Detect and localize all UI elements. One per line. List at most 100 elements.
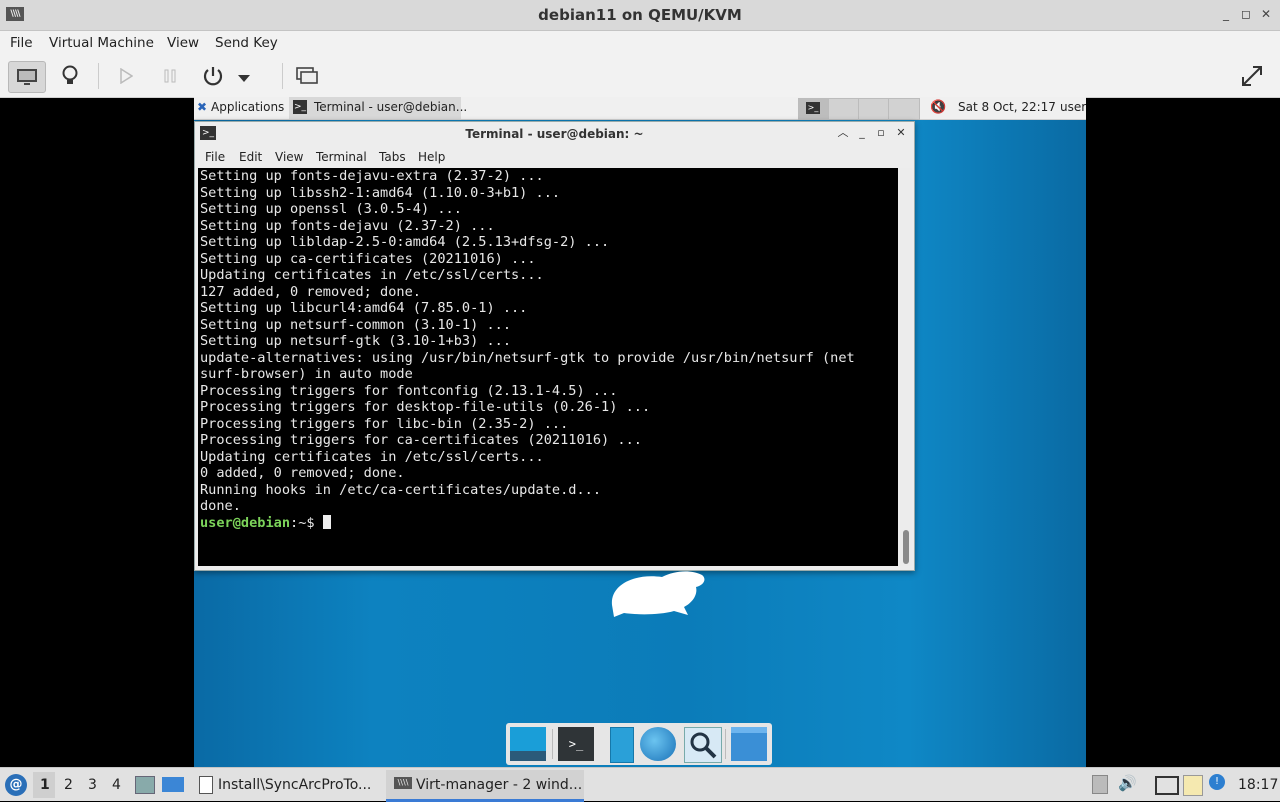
app-finder-icon[interactable]	[684, 727, 722, 763]
terminal-prompt-line[interactable]: user@debian:~$	[200, 514, 331, 532]
terminal-line: done.	[200, 498, 241, 514]
terminal-line: Setting up openssl (3.0.5-4) ...	[200, 201, 462, 217]
pause-button[interactable]	[152, 61, 188, 91]
terminal-line: update-alternatives: using /usr/bin/nets…	[200, 349, 855, 366]
update-notifier-icon[interactable]: !	[1209, 774, 1225, 790]
workspace-1-button[interactable]: 1	[33, 772, 55, 798]
maximize-button[interactable]: ◻	[1238, 6, 1254, 22]
show-desktop-icon[interactable]	[510, 727, 546, 761]
terminal-line: 127 added, 0 removed; done.	[200, 283, 421, 300]
file-manager-icon[interactable]	[610, 727, 634, 763]
workspace-3-button[interactable]: 3	[88, 777, 97, 793]
close-button[interactable]: ✕	[1258, 6, 1274, 22]
menu-virtual-machine[interactable]: Virtual Machine	[49, 35, 154, 51]
pause-icon	[164, 69, 176, 83]
volume-icon[interactable]: 🔊	[1118, 774, 1137, 792]
home-folder-icon[interactable]	[731, 727, 767, 761]
virt-manager-icon: \\\\	[394, 777, 412, 789]
terminal-line: Setting up netsurf-gtk (3.10-1+b3) ...	[200, 333, 511, 349]
search-icon	[690, 732, 717, 759]
task-virt-manager[interactable]: \\\\ Virt-manager - 2 wind...	[386, 770, 584, 802]
terminal-titlebar[interactable]: >_ Terminal - user@debian: ~ ︿ _ ▫ ✕	[195, 122, 914, 146]
terminal-cursor	[322, 514, 331, 529]
toolbar-separator	[282, 63, 283, 89]
workspace-4-button[interactable]: 4	[112, 777, 121, 793]
menu-send-key[interactable]: Send Key	[215, 35, 278, 51]
terminal-scrollbar-thumb[interactable]	[903, 530, 909, 564]
lightbulb-icon	[62, 65, 78, 84]
terminal-menu-edit[interactable]: Edit	[239, 150, 262, 164]
snapshots-button[interactable]	[289, 61, 325, 91]
terminal-icon: >_	[806, 102, 820, 114]
workspace-3[interactable]	[858, 98, 890, 120]
terminal-line: Processing triggers for fontconfig (2.13…	[200, 382, 618, 399]
terminal-line: Setting up fonts-dejavu (2.37-2) ...	[200, 217, 495, 234]
terminal-menu-terminal[interactable]: Terminal	[316, 150, 367, 164]
menu-file[interactable]: File	[10, 35, 33, 51]
xfce-icon[interactable]: ✖	[197, 100, 207, 114]
terminal-maximize-button[interactable]: ▫	[874, 126, 888, 140]
toolbar-separator	[98, 63, 99, 89]
terminal-menu-file[interactable]: File	[205, 150, 225, 164]
applications-menu[interactable]: Applications	[211, 100, 284, 114]
tray-upload-icon[interactable]	[1092, 775, 1108, 794]
dock-separator	[725, 729, 726, 759]
guest-user-menu[interactable]: user	[1060, 100, 1086, 114]
fullscreen-button[interactable]	[1234, 61, 1270, 91]
terminal-line: Setting up libssh2-1:amd64 (1.10.0-3+b1)…	[200, 184, 561, 201]
document-icon	[199, 776, 213, 794]
details-button[interactable]	[52, 61, 88, 91]
terminal-line: Processing triggers for ca-certificates …	[200, 432, 642, 448]
run-button[interactable]	[108, 61, 144, 91]
terminal-menu-help[interactable]: Help	[418, 150, 445, 164]
volume-muted-icon[interactable]: 🔇	[930, 100, 946, 115]
workspace-1[interactable]: >_	[798, 98, 830, 120]
terminal-line: Processing triggers for libc-bin (2.35-2…	[200, 415, 569, 432]
workspace-label: 1	[40, 777, 50, 793]
host-menubar: File Virtual Machine View Send Key	[0, 31, 1280, 55]
terminal-window[interactable]: >_ Terminal - user@debian: ~ ︿ _ ▫ ✕ Fil…	[194, 121, 915, 571]
terminal-shade-button[interactable]: ︿	[836, 126, 850, 140]
terminal-line: Updating certificates in /etc/ssl/certs.…	[200, 448, 544, 465]
workspace-4[interactable]	[888, 98, 920, 120]
terminal-close-button[interactable]: ✕	[894, 126, 908, 140]
guest-clock[interactable]: Sat 8 Oct, 22:17	[958, 100, 1056, 114]
show-desktop-icon[interactable]	[162, 777, 184, 792]
workspace-2-button[interactable]: 2	[64, 777, 73, 793]
terminal-minimize-button[interactable]: _	[855, 126, 869, 140]
task-label: Virt-manager - 2 wind...	[416, 777, 583, 793]
terminal-output[interactable]: Setting up fonts-dejavu-extra (2.37-2) .…	[198, 168, 898, 566]
power-menu-button[interactable]	[234, 61, 254, 91]
terminal-line: Processing triggers for desktop-file-uti…	[200, 399, 651, 415]
clock[interactable]: 18:17	[1238, 777, 1278, 793]
terminal-launcher-icon[interactable]: >_	[558, 727, 594, 761]
terminal-line: Updating certificates in /etc/ssl/certs.…	[200, 267, 544, 283]
web-browser-icon[interactable]	[640, 727, 676, 761]
guest-display[interactable]: ✖ Applications >_ Terminal - user@debian…	[194, 97, 1086, 767]
power-icon	[203, 67, 223, 86]
menu-view[interactable]: View	[167, 35, 199, 51]
start-menu-icon[interactable]: @	[5, 774, 27, 796]
terminal-line: Setting up fonts-dejavu-extra (2.37-2) .…	[200, 168, 544, 184]
clipboard-icon[interactable]	[1183, 775, 1203, 796]
console-button[interactable]	[8, 61, 46, 93]
terminal-icon: >_	[293, 100, 307, 114]
guest-task-terminal[interactable]: >_ Terminal - user@debian...	[289, 97, 467, 119]
workspace-2[interactable]	[828, 98, 860, 120]
guest-task-label: Terminal - user@debian...	[314, 100, 468, 114]
terminal-menu-tabs[interactable]: Tabs	[379, 150, 406, 164]
terminal-scrollbar[interactable]	[900, 168, 912, 566]
terminal-menubar: File Edit View Terminal Tabs Help	[195, 146, 914, 168]
minimize-button[interactable]: _	[1218, 6, 1234, 22]
terminal-menu-view[interactable]: View	[275, 150, 303, 164]
host-toolbar	[0, 55, 1280, 98]
terminal-line: Setting up libldap-2.5-0:amd64 (2.5.13+d…	[200, 234, 610, 250]
guest-top-panel: ✖ Applications >_ Terminal - user@debian…	[194, 97, 1086, 120]
task-install-syncarcpro[interactable]: Install\SyncArcProTo...	[194, 770, 380, 799]
network-icon[interactable]	[1155, 776, 1179, 795]
chevron-down-icon	[238, 75, 250, 82]
power-button[interactable]	[195, 61, 231, 91]
file-cabinet-icon[interactable]	[135, 776, 155, 794]
terminal-line: 0 added, 0 removed; done.	[200, 465, 405, 481]
terminal-line: Setting up ca-certificates (20211016) ..…	[200, 250, 536, 267]
